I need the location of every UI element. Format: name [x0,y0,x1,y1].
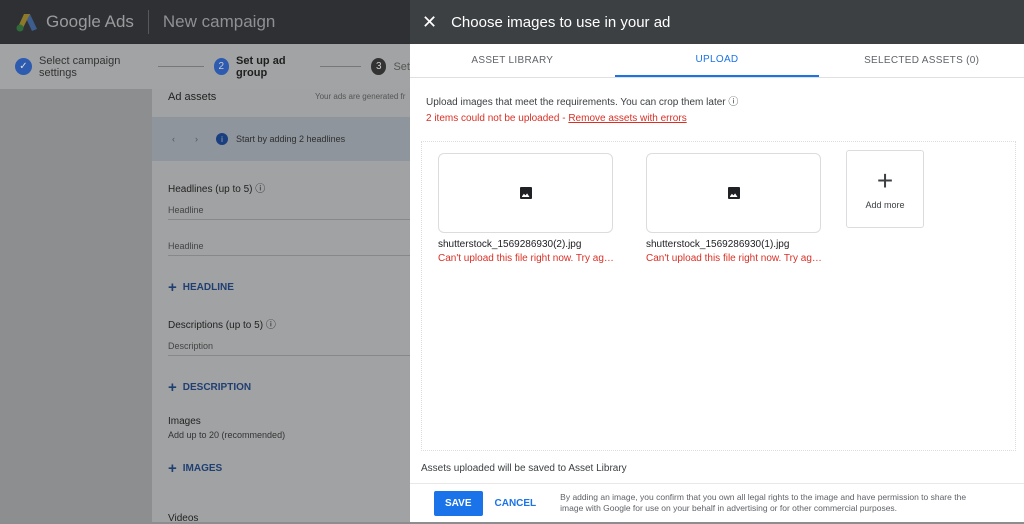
plus-icon: + [168,460,177,477]
step-number: 2 [213,58,230,75]
error-summary-text: 2 items could not be uploaded - [426,113,569,124]
section-title: Ad assets [168,91,217,103]
google-ads-logo [16,12,38,32]
step-select-campaign-settings[interactable]: Select campaign settings [39,55,150,79]
step-3[interactable]: Set [393,61,410,73]
image-placeholder-icon [727,187,740,199]
cancel-button[interactable]: CANCEL [491,491,541,516]
dialog-header: ✕ Choose images to use in your ad [410,0,1024,44]
videos-label: Videos [168,513,199,524]
plus-icon: + [876,165,894,196]
chevron-right-icon[interactable]: › [195,134,198,144]
saved-note: Assets uploaded will be saved to Asset L… [421,463,627,474]
headlines-label-text: Headlines (up to 5) [168,184,253,195]
add-description-label: DESCRIPTION [182,382,252,393]
tab-selected-assets[interactable]: SELECTED ASSETS (0) [819,44,1024,77]
error-summary: 2 items could not be uploaded - Remove a… [426,113,687,124]
section-note: Your ads are generated fr [315,92,406,101]
choose-images-dialog: ✕ Choose images to use in your ad ASSET … [410,0,1024,522]
divider [147,10,149,34]
add-images-label: IMAGES [182,463,223,474]
description-input[interactable]: Description [168,341,410,356]
image-placeholder-icon [519,187,532,199]
image-tile[interactable] [438,153,613,233]
file-name: shutterstock_1569286930(2).jpg [438,239,582,250]
requirements-text: Upload images that meet the requirements… [426,93,738,108]
images-label: Images [168,416,201,427]
help-icon[interactable]: ⓘ [728,97,738,108]
headline-input-2[interactable]: Headline [168,241,410,256]
help-icon[interactable]: ⓘ [255,184,265,195]
add-more-button[interactable]: + Add more [846,150,924,228]
dialog-tabs: ASSET LIBRARY UPLOAD SELECTED ASSETS (0) [410,44,1024,78]
check-icon: ✓ [15,58,32,75]
tip-banner: ‹ › i Start by adding 2 headlines [152,117,410,161]
remove-assets-with-errors-link[interactable]: Remove assets with errors [568,113,686,124]
tab-asset-library[interactable]: ASSET LIBRARY [410,44,615,77]
descriptions-label: Descriptions (up to 5) ⓘ [168,316,276,331]
close-icon[interactable]: ✕ [422,12,437,33]
add-more-label: Add more [865,200,905,210]
save-button[interactable]: SAVE [434,490,483,516]
step-connector [320,66,362,67]
dialog-title: Choose images to use in your ad [451,13,671,31]
stepper: ✓ Select campaign settings 2 Set up ad g… [0,44,410,89]
add-images-button[interactable]: + IMAGES [168,460,222,477]
file-error: Can't upload this file right now. Try ag… [438,253,616,264]
app-header: Google Ads New campaign [0,0,410,44]
add-description-button[interactable]: + DESCRIPTION [168,379,251,396]
step-connector [158,66,204,67]
file-error: Can't upload this file right now. Try ag… [646,253,824,264]
step-set-up-ad-group[interactable]: Set up ad group [236,55,312,79]
legal-text: By adding an image, you confirm that you… [560,492,967,513]
images-hint: Add up to 20 (recommended) [168,430,286,440]
headline-input-1[interactable]: Headline [168,205,410,220]
step-number: 3 [371,58,387,75]
add-headline-button[interactable]: + HEADLINE [168,279,234,296]
page-title: New campaign [162,12,276,31]
image-tile[interactable] [646,153,821,233]
add-headline-label: HEADLINE [182,282,234,293]
dialog-footer: SAVE CANCEL By adding an image, you conf… [410,483,1024,522]
banner-text: Start by adding 2 headlines [236,134,346,144]
help-icon[interactable]: ⓘ [266,320,276,331]
left-sidebar [0,89,152,522]
plus-icon: + [168,379,177,396]
headlines-label: Headlines (up to 5) ⓘ [168,180,265,195]
descriptions-label-text: Descriptions (up to 5) [168,320,264,331]
plus-icon: + [168,279,177,296]
tab-upload[interactable]: UPLOAD [614,44,820,77]
requirements-label: Upload images that meet the requirements… [426,97,726,108]
file-name: shutterstock_1569286930(1).jpg [646,239,790,250]
chevron-left-icon[interactable]: ‹ [172,134,175,144]
brand-name: Google Ads [46,12,134,31]
info-icon: i [216,133,228,145]
ad-assets-card: Ad assets Your ads are generated fr ‹ › … [152,89,410,524]
